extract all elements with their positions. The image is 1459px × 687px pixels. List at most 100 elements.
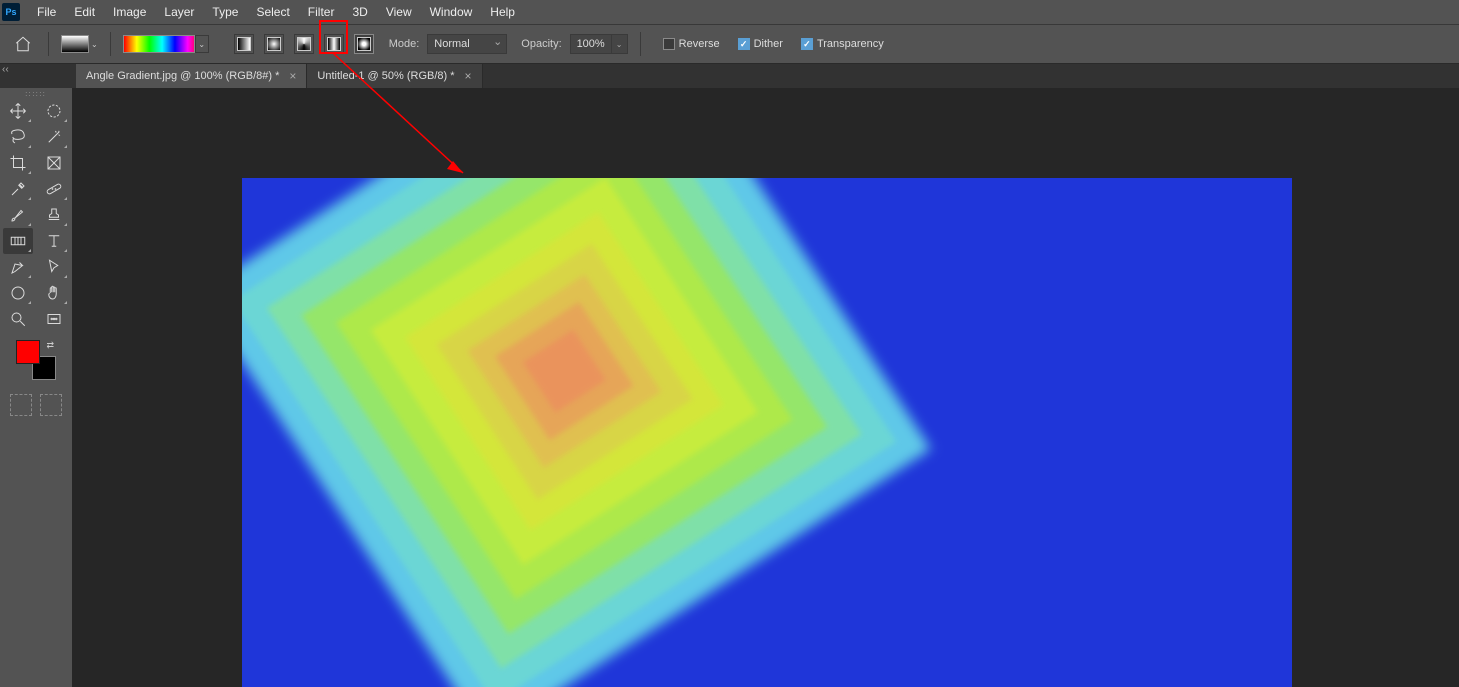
gradient-type-diamond[interactable]	[354, 34, 374, 54]
move-icon	[9, 102, 27, 120]
chevron-down-icon: ⌄	[91, 40, 98, 49]
canvas-area	[72, 88, 1459, 687]
foreground-color[interactable]	[16, 340, 40, 364]
reflected-gradient-icon	[327, 37, 341, 51]
document-tab-2[interactable]: Untitled-1 @ 50% (RGB/8) * ×	[307, 64, 482, 88]
edit-toolbar[interactable]	[39, 306, 69, 332]
pen-icon	[9, 258, 27, 276]
ellipse-icon	[9, 284, 27, 302]
divider	[48, 32, 49, 56]
menu-select[interactable]: Select	[247, 2, 298, 22]
mode-select[interactable]: Normal	[427, 34, 507, 54]
linear-gradient-icon	[237, 37, 251, 51]
divider	[640, 32, 641, 56]
transparency-label: Transparency	[817, 38, 884, 50]
marquee-tool[interactable]	[39, 98, 69, 124]
document-canvas[interactable]	[242, 178, 1292, 687]
transparency-checkbox[interactable]: Transparency	[801, 38, 884, 50]
crop-tool[interactable]	[3, 150, 33, 176]
gradient-picker[interactable]: ⌄	[123, 35, 209, 53]
tab-label: Angle Gradient.jpg @ 100% (RGB/8#) *	[86, 70, 279, 82]
gradient-icon	[9, 232, 27, 250]
divider	[110, 32, 111, 56]
zoom-tool[interactable]	[3, 306, 33, 332]
color-swatches[interactable]: ⇄	[16, 340, 56, 380]
checkbox-checked-icon	[801, 38, 813, 50]
menu-file[interactable]: File	[28, 2, 65, 22]
opacity-input[interactable]: 100%	[570, 34, 612, 54]
diamond-gradient-artwork	[246, 178, 898, 687]
tool-preset-swatch	[61, 35, 89, 53]
lasso-tool[interactable]	[3, 124, 33, 150]
eyedropper-tool[interactable]	[3, 176, 33, 202]
checkbox-icon	[663, 38, 675, 50]
pen-tool[interactable]	[3, 254, 33, 280]
menu-type[interactable]: Type	[203, 2, 247, 22]
opacity-input-group[interactable]: 100% ⌄	[570, 34, 628, 54]
dither-label: Dither	[754, 38, 783, 50]
brush-icon	[9, 206, 27, 224]
stamp-tool[interactable]	[39, 202, 69, 228]
swap-colors-icon[interactable]: ⇄	[46, 340, 54, 351]
shape-tool[interactable]	[3, 280, 33, 306]
radial-gradient-icon	[267, 37, 281, 51]
reverse-checkbox[interactable]: Reverse	[663, 38, 720, 50]
marquee-icon	[45, 102, 63, 120]
menu-layer[interactable]: Layer	[155, 2, 203, 22]
menu-help[interactable]: Help	[481, 2, 524, 22]
healing-tool[interactable]	[39, 176, 69, 202]
path-select-tool[interactable]	[39, 254, 69, 280]
quick-mask-toggle[interactable]	[10, 394, 32, 416]
panel-collapse-handle[interactable]: ‹‹	[2, 64, 9, 75]
lasso-icon	[9, 128, 27, 146]
move-tool[interactable]	[3, 98, 33, 124]
options-bar: ⌄ ⌄ Mode: Normal Opacity: 100% ⌄ Reverse…	[0, 24, 1459, 64]
gradient-preview	[123, 35, 195, 53]
close-icon[interactable]: ×	[465, 69, 472, 83]
hand-tool[interactable]	[39, 280, 69, 306]
arrow-cursor-icon	[45, 258, 63, 276]
toolbox-grip[interactable]: ∷∷∷	[0, 90, 72, 98]
chevron-down-icon: ⌄	[612, 34, 628, 54]
menu-image[interactable]: Image	[104, 2, 155, 22]
eyedropper-icon	[9, 180, 27, 198]
chevron-down-icon: ⌄	[195, 35, 209, 53]
gradient-type-reflected[interactable]	[324, 34, 344, 54]
menu-bar: Ps File Edit Image Layer Type Select Fil…	[0, 0, 1459, 24]
stamp-icon	[45, 206, 63, 224]
frame-tool[interactable]	[39, 150, 69, 176]
brush-tool[interactable]	[3, 202, 33, 228]
hand-icon	[45, 284, 63, 302]
home-button[interactable]	[10, 31, 36, 57]
bandage-icon	[45, 180, 63, 198]
angle-gradient-icon	[297, 37, 311, 51]
magnifier-icon	[9, 310, 27, 328]
home-icon	[14, 35, 32, 53]
document-tabs: Angle Gradient.jpg @ 100% (RGB/8#) * × U…	[0, 64, 1459, 88]
dither-checkbox[interactable]: Dither	[738, 38, 783, 50]
quick-select-tool[interactable]	[39, 124, 69, 150]
gradient-type-radial[interactable]	[264, 34, 284, 54]
toolbox: ∷∷∷ ⇄	[0, 88, 72, 687]
menu-window[interactable]: Window	[421, 2, 482, 22]
menu-edit[interactable]: Edit	[65, 2, 104, 22]
menu-view[interactable]: View	[377, 2, 421, 22]
diamond-gradient-icon	[357, 37, 371, 51]
close-icon[interactable]: ×	[289, 69, 296, 83]
tab-label: Untitled-1 @ 50% (RGB/8) *	[317, 70, 454, 82]
opacity-value: 100%	[577, 38, 605, 50]
frame-icon	[45, 154, 63, 172]
checkbox-checked-icon	[738, 38, 750, 50]
tool-preset-picker[interactable]: ⌄	[61, 35, 98, 53]
gradient-type-angle[interactable]	[294, 34, 314, 54]
opacity-label: Opacity:	[521, 38, 561, 50]
menu-3d[interactable]: 3D	[343, 2, 376, 22]
menu-filter[interactable]: Filter	[299, 2, 344, 22]
mode-label: Mode:	[389, 38, 420, 50]
ellipsis-icon	[45, 310, 63, 328]
gradient-type-linear[interactable]	[234, 34, 254, 54]
type-tool[interactable]	[39, 228, 69, 254]
gradient-tool[interactable]	[3, 228, 33, 254]
document-tab-1[interactable]: Angle Gradient.jpg @ 100% (RGB/8#) * ×	[76, 64, 307, 88]
screen-mode-toggle[interactable]	[40, 394, 62, 416]
